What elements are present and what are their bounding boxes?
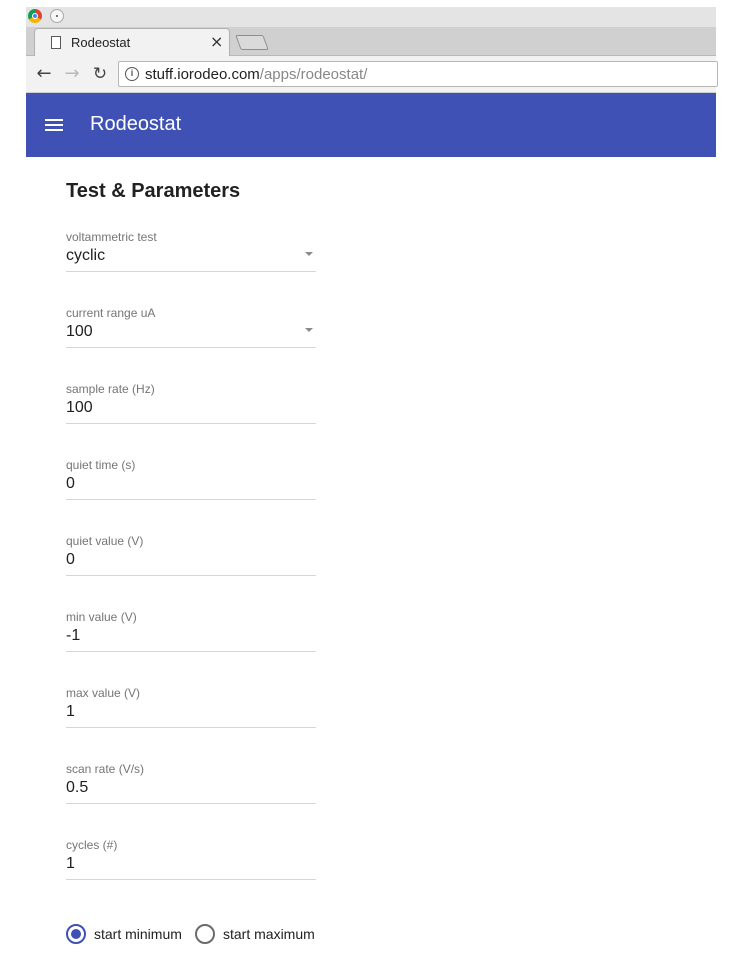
field-underline [66, 347, 316, 348]
section-title: Test & Parameters [66, 180, 241, 202]
quiet-time-label: quiet time (s) [66, 458, 136, 472]
sample-rate-label: sample rate (Hz) [66, 382, 155, 396]
tab-strip: Rodeostat × [26, 27, 716, 56]
current-range-select[interactable]: current range uA [66, 306, 316, 356]
dropdown-arrow-icon[interactable] [305, 252, 313, 256]
url-host: stuff.iorodeo.com [145, 66, 260, 83]
voltammetric-test-select[interactable]: voltammetric test [66, 230, 316, 280]
field-underline [66, 499, 316, 500]
current-range-value[interactable] [66, 320, 316, 344]
field-underline [66, 803, 316, 804]
quiet-time-input[interactable] [66, 472, 316, 496]
quiet-value-input[interactable] [66, 548, 316, 572]
field-underline [66, 879, 316, 880]
cycles-field: cycles (#) [66, 838, 316, 888]
max-value-label: max value (V) [66, 686, 141, 700]
window-button-icon[interactable] [50, 9, 64, 23]
field-underline [66, 271, 316, 272]
min-value-input[interactable] [66, 624, 316, 648]
start-minimum-label[interactable]: start minimum [94, 926, 182, 942]
start-maximum-radio[interactable] [195, 924, 215, 944]
cycles-label: cycles (#) [66, 838, 118, 852]
scan-rate-label: scan rate (V/s) [66, 762, 145, 776]
current-range-label: current range uA [66, 306, 156, 320]
sample-rate-field: sample rate (Hz) [66, 382, 316, 432]
page-icon [51, 36, 61, 49]
address-bar[interactable]: i stuff.iorodeo.com/apps/rodeostat/ [118, 61, 718, 87]
cycles-input[interactable] [66, 852, 316, 876]
app-bar: Rodeostat [26, 93, 716, 157]
max-value-field: max value (V) [66, 686, 316, 736]
quiet-time-field: quiet time (s) [66, 458, 316, 508]
scan-rate-field: scan rate (V/s) [66, 762, 316, 812]
quiet-value-label: quiet value (V) [66, 534, 144, 548]
browser-toolbar: ← → ↻ i stuff.iorodeo.com/apps/rodeostat… [26, 56, 718, 93]
info-icon[interactable]: i [125, 67, 139, 81]
tab-title: Rodeostat [71, 35, 131, 50]
url-text[interactable]: stuff.iorodeo.com/apps/rodeostat/ [145, 66, 367, 83]
menu-icon[interactable] [45, 118, 63, 132]
field-underline [66, 423, 316, 424]
chrome-logo-icon [28, 9, 42, 23]
new-tab-button[interactable] [235, 35, 269, 50]
browser-window: Rodeostat × ← → ↻ i stuff.iorodeo.com/ap… [26, 7, 718, 967]
field-underline [66, 651, 316, 652]
start-minimum-radio[interactable] [66, 924, 86, 944]
close-icon[interactable]: × [210, 32, 223, 52]
min-value-label: min value (V) [66, 610, 137, 624]
start-direction-radio-group: start minimum start maximum [66, 923, 366, 947]
url-path: /apps/rodeostat/ [259, 66, 368, 83]
field-underline [66, 575, 316, 576]
min-value-field: min value (V) [66, 610, 316, 660]
voltammetric-test-label: voltammetric test [66, 230, 157, 244]
dropdown-arrow-icon[interactable] [305, 328, 313, 332]
voltammetric-test-value[interactable] [66, 244, 316, 268]
forward-arrow-icon[interactable]: → [60, 62, 84, 86]
field-underline [66, 727, 316, 728]
scan-rate-input[interactable] [66, 776, 316, 800]
start-maximum-label[interactable]: start maximum [223, 926, 315, 942]
max-value-input[interactable] [66, 700, 316, 724]
quiet-value-field: quiet value (V) [66, 534, 316, 584]
app-title: Rodeostat [90, 113, 182, 135]
sample-rate-input[interactable] [66, 396, 316, 420]
back-arrow-icon[interactable]: ← [32, 62, 56, 86]
reload-icon[interactable]: ↻ [88, 62, 112, 86]
title-bar [26, 7, 716, 27]
tab-rodeostat[interactable]: Rodeostat × [34, 28, 230, 56]
